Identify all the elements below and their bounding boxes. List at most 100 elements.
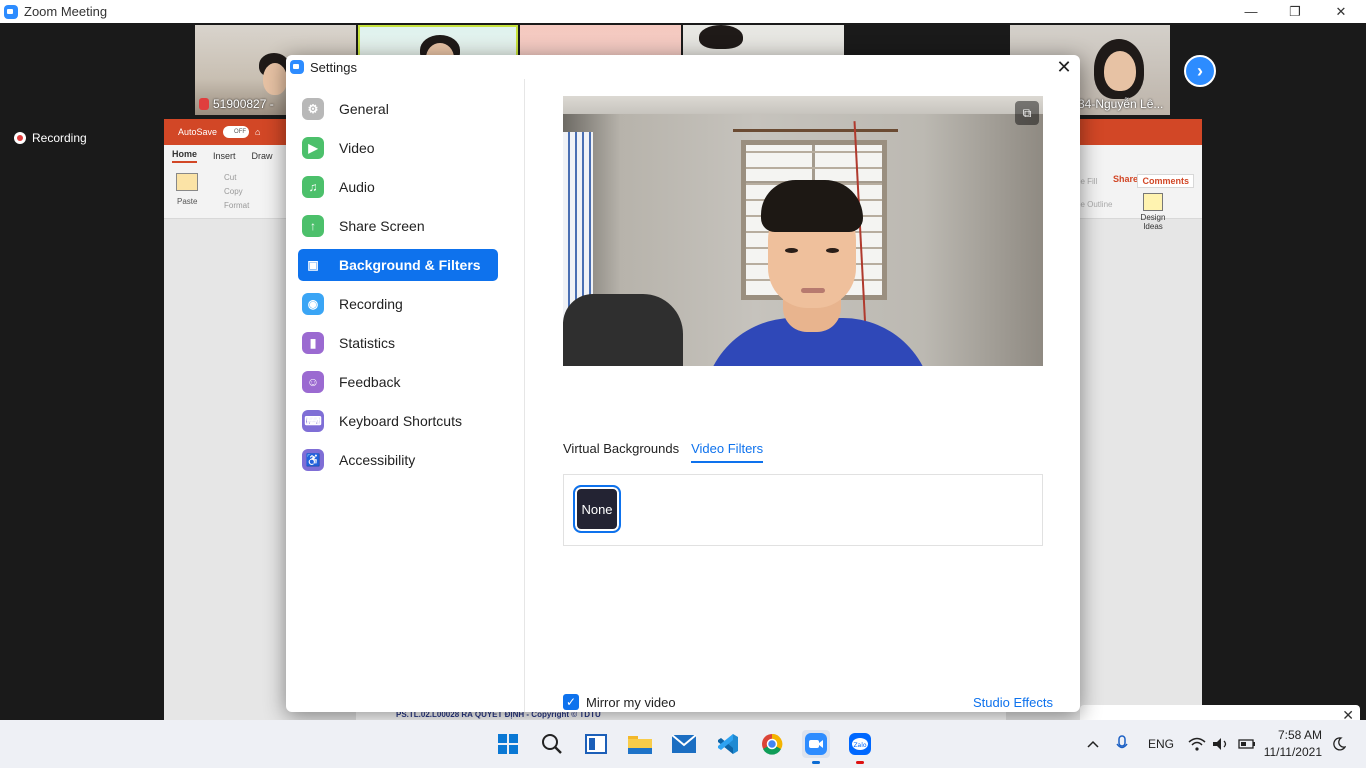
system-clock[interactable]: 7:58 AM 11/11/2021 (1264, 727, 1322, 761)
zalo-taskbar-button[interactable]: Zalo (846, 730, 874, 764)
popout-preview-icon[interactable]: ⧉ (1015, 101, 1039, 125)
nav-label: Recording (339, 296, 403, 312)
folder-icon (628, 736, 652, 754)
nav-audio[interactable]: ♫ Audio (298, 171, 498, 203)
ppt-tab-draw: Draw (251, 151, 273, 161)
notification-indicator (856, 761, 864, 764)
participant-name-label: 34-Nguyễn Lê... (1078, 97, 1163, 111)
restore-button[interactable]: ❐ (1272, 0, 1318, 23)
shape-outline-label: pe Outline (1076, 200, 1113, 209)
volume-tray[interactable] (1212, 720, 1230, 768)
statistics-icon: ▮ (302, 332, 324, 354)
video-preview: ⧉ (563, 96, 1043, 366)
tab-virtual-backgrounds[interactable]: Virtual Backgrounds (563, 441, 679, 463)
task-view-button[interactable] (582, 730, 610, 758)
filter-none-tile[interactable]: None (573, 485, 621, 533)
preview-mouth (801, 288, 825, 293)
microphone-tray-button[interactable] (1116, 720, 1128, 768)
autosave-toggle: OFF (223, 126, 250, 138)
design-ideas: Design Ideas (1138, 193, 1168, 231)
paste-label: Paste (177, 197, 198, 206)
mail-button[interactable] (670, 730, 698, 758)
zoom-taskbar-button[interactable] (802, 730, 830, 764)
windows-icon (498, 734, 518, 754)
close-window-button[interactable]: ✕ (1318, 0, 1364, 23)
nav-video[interactable]: ▶ Video (298, 132, 498, 164)
copy-label: Copy (224, 187, 243, 196)
smiley-icon: ☺ (302, 371, 324, 393)
mail-icon (672, 735, 696, 753)
video-camera-icon: ▶ (302, 137, 324, 159)
vscode-button[interactable] (714, 730, 742, 758)
settings-close-button[interactable]: ✕ (1054, 57, 1074, 77)
wifi-icon (1188, 737, 1206, 751)
format-label: Format (224, 201, 250, 210)
microphone-icon (1116, 735, 1128, 749)
share-screen-icon: ↑ (302, 215, 324, 237)
nav-statistics[interactable]: ▮ Statistics (298, 327, 498, 359)
chrome-icon (762, 733, 783, 755)
filter-tabs: Virtual Backgrounds Video Filters (563, 441, 764, 463)
preview-curtain-rod (733, 129, 898, 132)
battery-tray[interactable] (1238, 720, 1256, 768)
file-explorer-button[interactable] (626, 730, 654, 758)
nav-recording[interactable]: ◉ Recording (298, 288, 498, 320)
show-hidden-icons-button[interactable] (1086, 720, 1100, 768)
studio-effects-link[interactable]: Studio Effects (973, 695, 1053, 710)
preview-ceiling (563, 96, 1043, 114)
paste-icon (176, 173, 198, 191)
background-icon: ▣ (307, 258, 319, 272)
zoom-logo-icon (290, 60, 304, 74)
minimize-button[interactable]: — (1228, 0, 1274, 23)
language-indicator[interactable]: ENG (1148, 720, 1174, 768)
mirror-video-checkbox[interactable]: ✓ (563, 694, 579, 710)
settings-dialog: Settings ✕ ⚙ General ▶ Video ♫ Audio ↑ S… (286, 55, 1080, 712)
nav-accessibility[interactable]: ♿ Accessibility (298, 444, 498, 476)
nav-label: Background & Filters (339, 257, 481, 273)
participant-name: 51900827 - (213, 97, 274, 111)
nav-general[interactable]: ⚙ General (298, 93, 498, 125)
mirror-video-option[interactable]: ✓ Mirror my video (563, 694, 676, 710)
nav-background-filters[interactable]: ▣ Background & Filters (298, 249, 498, 281)
design-ideas-icon (1143, 193, 1163, 211)
muted-mic-icon (199, 98, 209, 110)
battery-icon (1238, 739, 1255, 749)
participant-video (699, 25, 743, 49)
zalo-icon: Zalo (849, 733, 871, 755)
search-button[interactable] (538, 730, 566, 758)
cut-label: Cut (224, 173, 237, 182)
ppt-share-button: Share (1112, 174, 1138, 184)
accessibility-icon: ♿ (302, 449, 324, 471)
autosave-label: AutoSave (178, 127, 218, 137)
search-icon (542, 734, 562, 754)
settings-sidebar: ⚙ General ▶ Video ♫ Audio ↑ Share Screen… (286, 79, 525, 712)
headphones-icon: ♫ (302, 176, 324, 198)
nav-feedback[interactable]: ☺ Feedback (298, 366, 498, 398)
recording-indicator[interactable]: Recording (14, 131, 87, 145)
recording-label: Recording (32, 131, 87, 145)
quiet-hours-tray[interactable] (1332, 720, 1346, 768)
start-button[interactable] (494, 730, 522, 758)
ppt-comments-button: Comments (1137, 174, 1194, 188)
nav-label: Audio (339, 179, 375, 195)
clock-date: 11/11/2021 (1263, 745, 1322, 759)
tab-video-filters[interactable]: Video Filters (691, 441, 764, 463)
zoom-logo-icon (4, 4, 18, 19)
task-view-icon (585, 734, 607, 754)
mirror-video-label: Mirror my video (586, 694, 676, 710)
preview-eye (785, 248, 798, 253)
chrome-button[interactable] (758, 730, 786, 758)
next-page-button[interactable]: › (1184, 55, 1216, 87)
speaker-icon (1213, 738, 1227, 750)
video-filter-list: None (563, 474, 1043, 546)
participant-face (263, 63, 287, 95)
nav-share-screen[interactable]: ↑ Share Screen (298, 210, 498, 242)
ppt-tab-insert: Insert (213, 151, 236, 161)
nav-label: Video (339, 140, 375, 156)
nav-keyboard-shortcuts[interactable]: ⌨ Keyboard Shortcuts (298, 405, 498, 437)
network-tray[interactable] (1188, 720, 1206, 768)
home-icon: ⌂ (255, 127, 261, 137)
background-filters-panel: ⧉ Virtual Backgrounds Video Filters None… (526, 79, 1080, 712)
settings-title: Settings (310, 59, 357, 75)
clock-time: 7:58 AM (1277, 728, 1322, 742)
